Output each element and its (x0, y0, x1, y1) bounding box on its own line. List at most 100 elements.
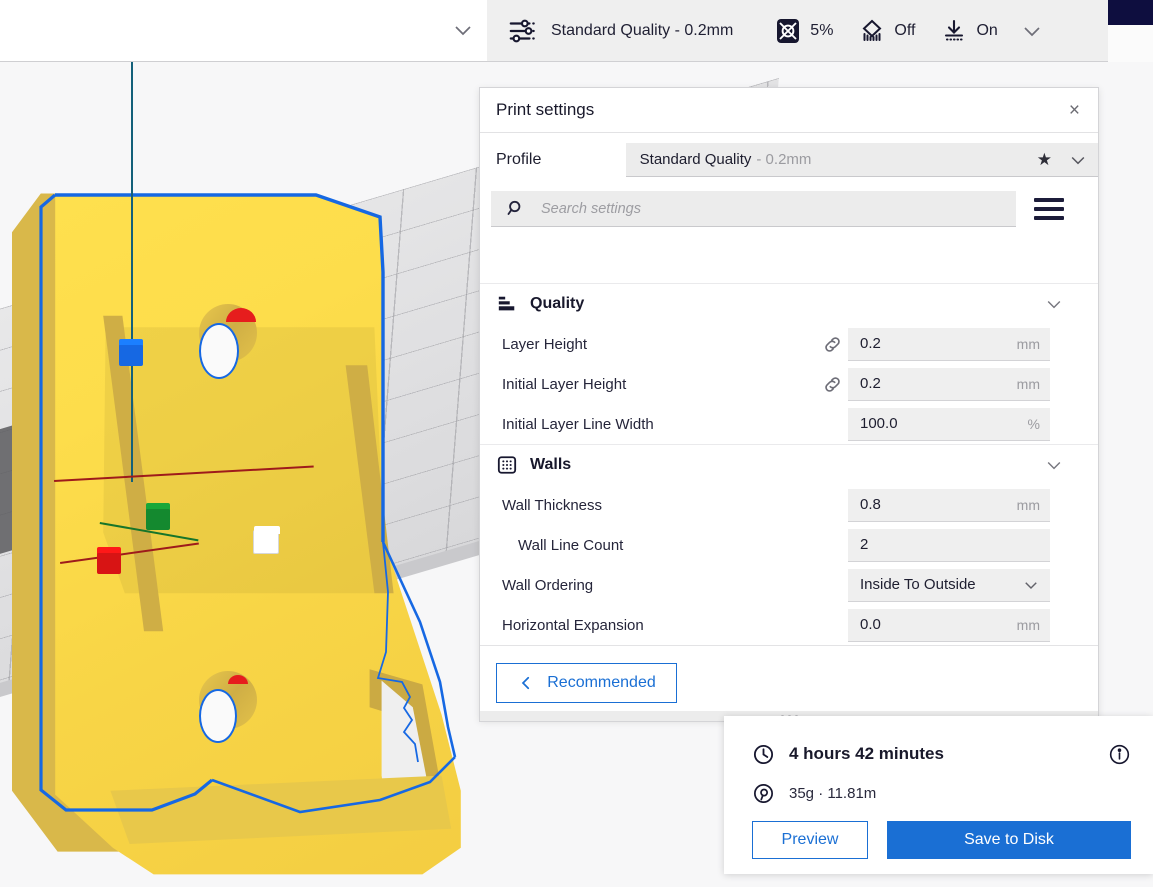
setting-value: 100.0 (860, 415, 898, 432)
setting-row-wall-thickness: Wall Thickness 0.8 mm (480, 485, 1098, 525)
profile-row: Profile Standard Quality - 0.2mm ★ (480, 133, 1098, 187)
print-settings-footer: Recommended (480, 645, 1098, 719)
setting-value-field[interactable]: 0.0 mm (848, 608, 1050, 642)
star-icon[interactable]: ★ (1037, 150, 1052, 170)
print-setup-toolbar: Standard Quality - 0.2mm 5% Off On (487, 0, 1109, 62)
support-value: Off (894, 21, 916, 39)
setting-value: 2 (860, 536, 869, 553)
profile-label: Profile (496, 151, 542, 168)
setting-unit: % (1027, 415, 1040, 432)
close-icon[interactable]: × (1065, 99, 1084, 122)
setting-label: Wall Ordering (502, 576, 594, 594)
setting-unit: mm (1016, 496, 1040, 513)
setting-row-initial-layer-line-width: Initial Layer Line Width 100.0 % (480, 404, 1098, 444)
setting-value-field[interactable]: 0.2 mm (848, 327, 1050, 361)
adhesion-icon (941, 18, 967, 44)
setting-label: Horizontal Expansion (502, 616, 644, 634)
setting-unit: mm (1016, 375, 1040, 392)
viewport-toolbar-left (0, 0, 488, 62)
print-job-info-card: 4 hours 42 minutes 35g · 11.81m Preview … (724, 716, 1153, 874)
setting-value: 0.8 (860, 496, 881, 513)
category-header-walls[interactable]: Walls (480, 444, 1098, 485)
setting-label: Wall Line Count (518, 536, 624, 554)
support-indicator[interactable]: Off (859, 0, 915, 61)
print-action-buttons: Preview Save to Disk (724, 821, 1153, 859)
material-usage-row: 35g · 11.81m (724, 776, 1153, 810)
setting-value: 0.2 (860, 335, 881, 352)
setting-value-field[interactable]: 0.2 mm (848, 367, 1050, 401)
save-to-disk-button[interactable]: Save to Disk (887, 821, 1131, 859)
link-icon[interactable] (816, 374, 848, 395)
print-settings-panel: Print settings × Profile Standard Qualit… (479, 87, 1099, 720)
top-right-accent-block (1108, 0, 1153, 25)
setting-value-field[interactable]: 2 (848, 528, 1050, 562)
settings-list[interactable]: Quality Layer Height 0.2 mm Initial Laye… (480, 283, 1098, 645)
chevron-down-icon[interactable] (451, 18, 475, 42)
adhesion-indicator[interactable]: On (941, 0, 998, 61)
move-handle-z-blue[interactable] (119, 339, 143, 366)
top-right-filler (1108, 25, 1153, 62)
setting-dropdown[interactable]: Inside To Outside (848, 568, 1050, 602)
setting-label: Wall Thickness (502, 496, 603, 514)
setting-value-field[interactable]: 0.8 mm (848, 488, 1050, 522)
print-time-value: 4 hours 42 minutes (789, 744, 944, 763)
profile-dropdown[interactable]: Standard Quality - 0.2mm ★ (625, 143, 1098, 177)
chevron-down-icon[interactable] (1044, 294, 1064, 314)
setting-unit: mm (1016, 616, 1040, 633)
move-handle-x-red[interactable] (97, 547, 121, 574)
chevron-down-icon[interactable] (1068, 150, 1088, 170)
material-usage-value: 35g · 11.81m (789, 784, 877, 802)
gizmo-axis-z (131, 62, 133, 482)
search-icon (506, 199, 526, 219)
setting-row-wall-line-count: Wall Line Count 2 (480, 525, 1098, 565)
setting-row-wall-ordering: Wall Ordering Inside To Outside (480, 565, 1098, 605)
setting-row-horizontal-expansion: Horizontal Expansion 0.0 mm (480, 605, 1098, 645)
profile-quality-value: - 0.2mm (756, 151, 812, 168)
setting-value-field[interactable]: 100.0 % (848, 407, 1050, 441)
chevron-left-icon (517, 674, 535, 692)
print-setup-label: Standard Quality - 0.2mm (551, 21, 734, 39)
profile-name: Standard Quality (639, 151, 752, 168)
search-row (480, 191, 1098, 227)
setting-value: Inside To Outside (860, 576, 976, 593)
quality-icon (497, 294, 517, 314)
move-handle-y-green[interactable] (146, 503, 170, 530)
adhesion-value: On (976, 21, 998, 39)
hamburger-menu-icon[interactable] (1034, 198, 1064, 220)
category-header-quality[interactable]: Quality (480, 283, 1098, 324)
print-settings-header: Print settings × (480, 88, 1098, 133)
model-selection-outline (0, 122, 480, 882)
infill-icon (775, 18, 801, 44)
chevron-down-icon (1022, 576, 1040, 594)
bracket-model[interactable] (0, 62, 480, 882)
print-setup-selector[interactable]: Standard Quality - 0.2mm (487, 0, 733, 61)
print-settings-body: Profile Standard Quality - 0.2mm ★ Searc… (480, 133, 1098, 645)
setting-value: 0.0 (860, 616, 881, 633)
setting-label: Layer Height (502, 335, 588, 353)
walls-icon (497, 455, 517, 475)
setting-row-initial-layer-height: Initial Layer Height 0.2 mm (480, 364, 1098, 404)
setting-value: 0.2 (860, 375, 881, 392)
search-input[interactable] (539, 199, 963, 218)
infill-indicator[interactable]: 5% (775, 0, 833, 61)
search-settings-box[interactable] (491, 191, 1016, 227)
clock-icon (752, 743, 775, 766)
infill-value: 5% (810, 21, 834, 39)
setting-unit: mm (1016, 335, 1040, 352)
preview-button[interactable]: Preview (752, 821, 868, 859)
category-label: Quality (530, 295, 585, 312)
support-icon (859, 18, 885, 44)
move-handle-center-white[interactable] (253, 526, 280, 554)
print-time-row: 4 hours 42 minutes (724, 716, 1153, 776)
setting-label: Initial Layer Height (502, 375, 627, 393)
recommended-mode-button[interactable]: Recommended (496, 662, 677, 703)
filament-spool-icon (752, 782, 775, 805)
info-icon[interactable] (1108, 743, 1131, 766)
chevron-down-icon[interactable] (1044, 455, 1064, 475)
setting-label: Initial Layer Line Width (502, 415, 654, 433)
toolbar-expand-button[interactable] (1020, 19, 1044, 43)
cura-application-window: Standard Quality - 0.2mm 5% Off On Print… (0, 0, 1153, 887)
link-icon[interactable] (816, 334, 848, 355)
setting-row-layer-height: Layer Height 0.2 mm (480, 324, 1098, 364)
recommended-label: Recommended (547, 673, 656, 691)
